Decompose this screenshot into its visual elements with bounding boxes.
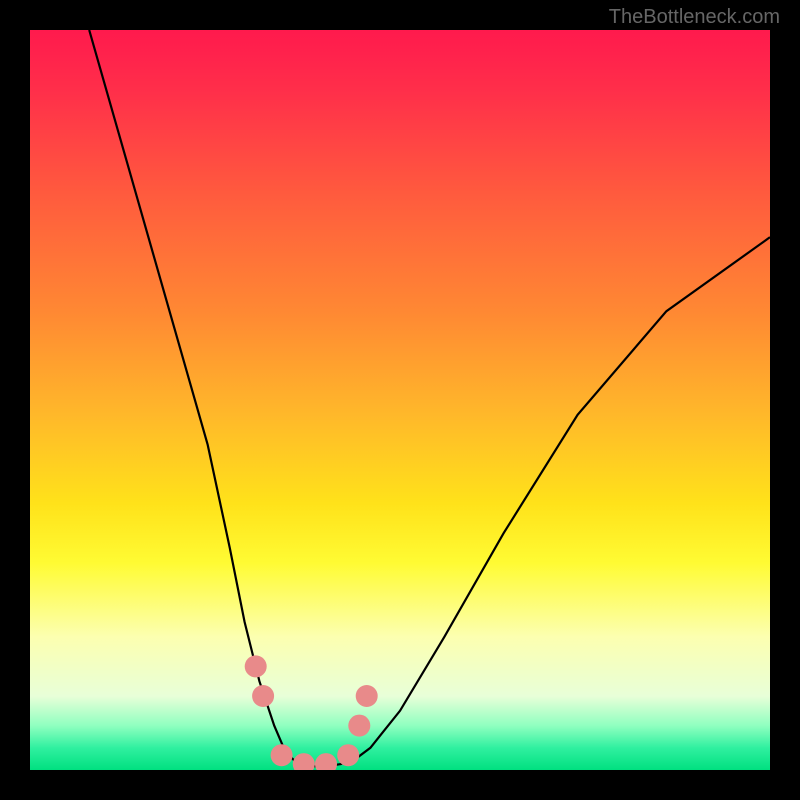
chart-plot-area [30,30,770,770]
bottleneck-curve [89,30,770,766]
marker-point [337,744,359,766]
highlight-markers [245,655,378,770]
marker-point [348,715,370,737]
marker-point [245,655,267,677]
marker-point [356,685,378,707]
chart-svg [30,30,770,770]
marker-point [271,744,293,766]
marker-point [293,753,315,770]
marker-point [315,753,337,770]
watermark-text: TheBottleneck.com [609,6,780,29]
marker-point [252,685,274,707]
